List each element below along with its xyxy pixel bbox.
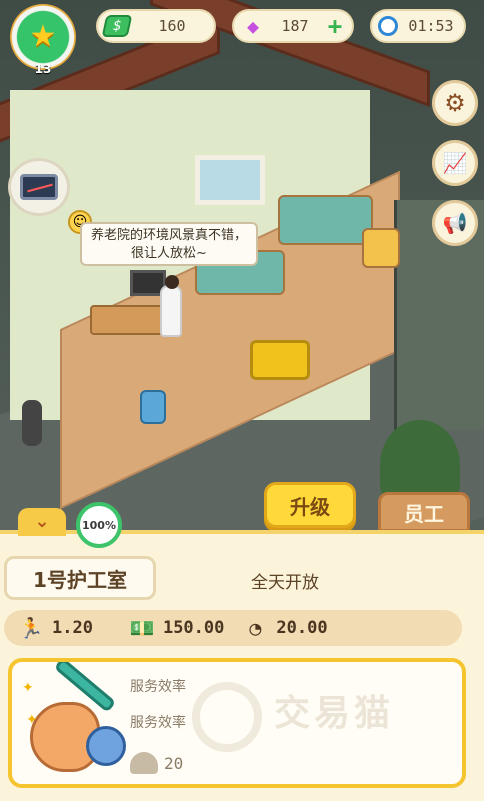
speed-stat: 🏃 1.20 [18,616,93,640]
plus-icon[interactable]: + [324,14,346,38]
muscle-icon: ✦ ✦ [20,662,130,782]
capacity-value: 20.00 [276,618,328,638]
speed-value: 1.20 [52,618,93,638]
level-badge[interactable]: ★ 13 [10,4,76,76]
gauge-icon [130,752,158,774]
card-title: 服务效率 [130,679,186,695]
timer: 01:53 [370,9,466,43]
room-info-panel: ⌄ 100% 1号护工室 全天开放 🏃 1.20 💵 150.00 ◔ 20.0… [0,502,484,801]
gauge-icon: ◔ [249,616,262,640]
settings-button[interactable]: ⚙ [432,80,478,126]
room-stats-bar: 🏃 1.20 💵 150.00 ◔ 20.00 [4,610,462,646]
capacity-stat: ◔ 20.00 [242,616,327,640]
service-efficiency-card[interactable]: ✦ ✦ 交易猫 服务效率 服务效率 20 [8,658,466,788]
collapse-button[interactable]: ⌄ [18,508,66,536]
visitor-character[interactable] [22,400,42,446]
card-value-row: 20 [130,752,183,774]
chart-icon: 📈 [442,151,468,175]
water-dispenser[interactable] [140,390,166,424]
upgrade-button[interactable]: 升级 [264,482,356,528]
income-value: 150.00 [162,618,225,638]
gem-counter[interactable]: ◆ 187 + [232,9,354,43]
finance-button[interactable] [8,158,70,216]
card-subtitle: 服务效率 [130,715,186,731]
nurse-character[interactable] [160,275,182,337]
game-scene[interactable]: ☺ 养老院的环境风景真不错，很让人放松~ [0,0,484,530]
cleaning-cart[interactable] [250,340,310,380]
money-stack-icon: 💵 [129,616,155,640]
gear-icon: ⚙ [444,89,466,117]
cash-icon: $ [101,15,133,37]
progress-ring: 100% [76,502,122,548]
open-status: 全天开放 [251,573,319,593]
clock-icon [378,16,398,36]
nurse-desk[interactable] [90,305,170,335]
income-stat: 💵 150.00 [129,616,225,640]
staff-tab[interactable]: 员工 [378,492,470,532]
stats-button[interactable]: 📈 [432,140,478,186]
chart-screen-icon [20,174,58,200]
room-name[interactable]: 1号护工室 [4,556,156,600]
watermark-text: 交易猫 [274,693,395,734]
star-icon: ★ [29,19,57,54]
gem-icon: ◆ [246,14,260,38]
bed[interactable] [278,195,373,245]
cash-counter[interactable]: $ 160 [96,9,216,43]
level-number: 13 [34,62,52,76]
megaphone-icon: 📢 [442,211,468,235]
chevron-down-icon: ⌄ [34,511,50,532]
speech-bubble: 养老院的环境风景真不错，很让人放松~ [80,222,258,266]
running-icon: 🏃 [18,616,44,640]
cash-value: 160 [158,17,186,35]
announcement-button[interactable]: 📢 [432,200,478,246]
timer-value: 01:53 [408,17,454,35]
gem-value: 187 [281,17,309,35]
armchair[interactable] [362,228,400,268]
room-window [195,155,265,205]
watermark-logo [192,682,262,752]
card-value: 20 [164,753,184,773]
